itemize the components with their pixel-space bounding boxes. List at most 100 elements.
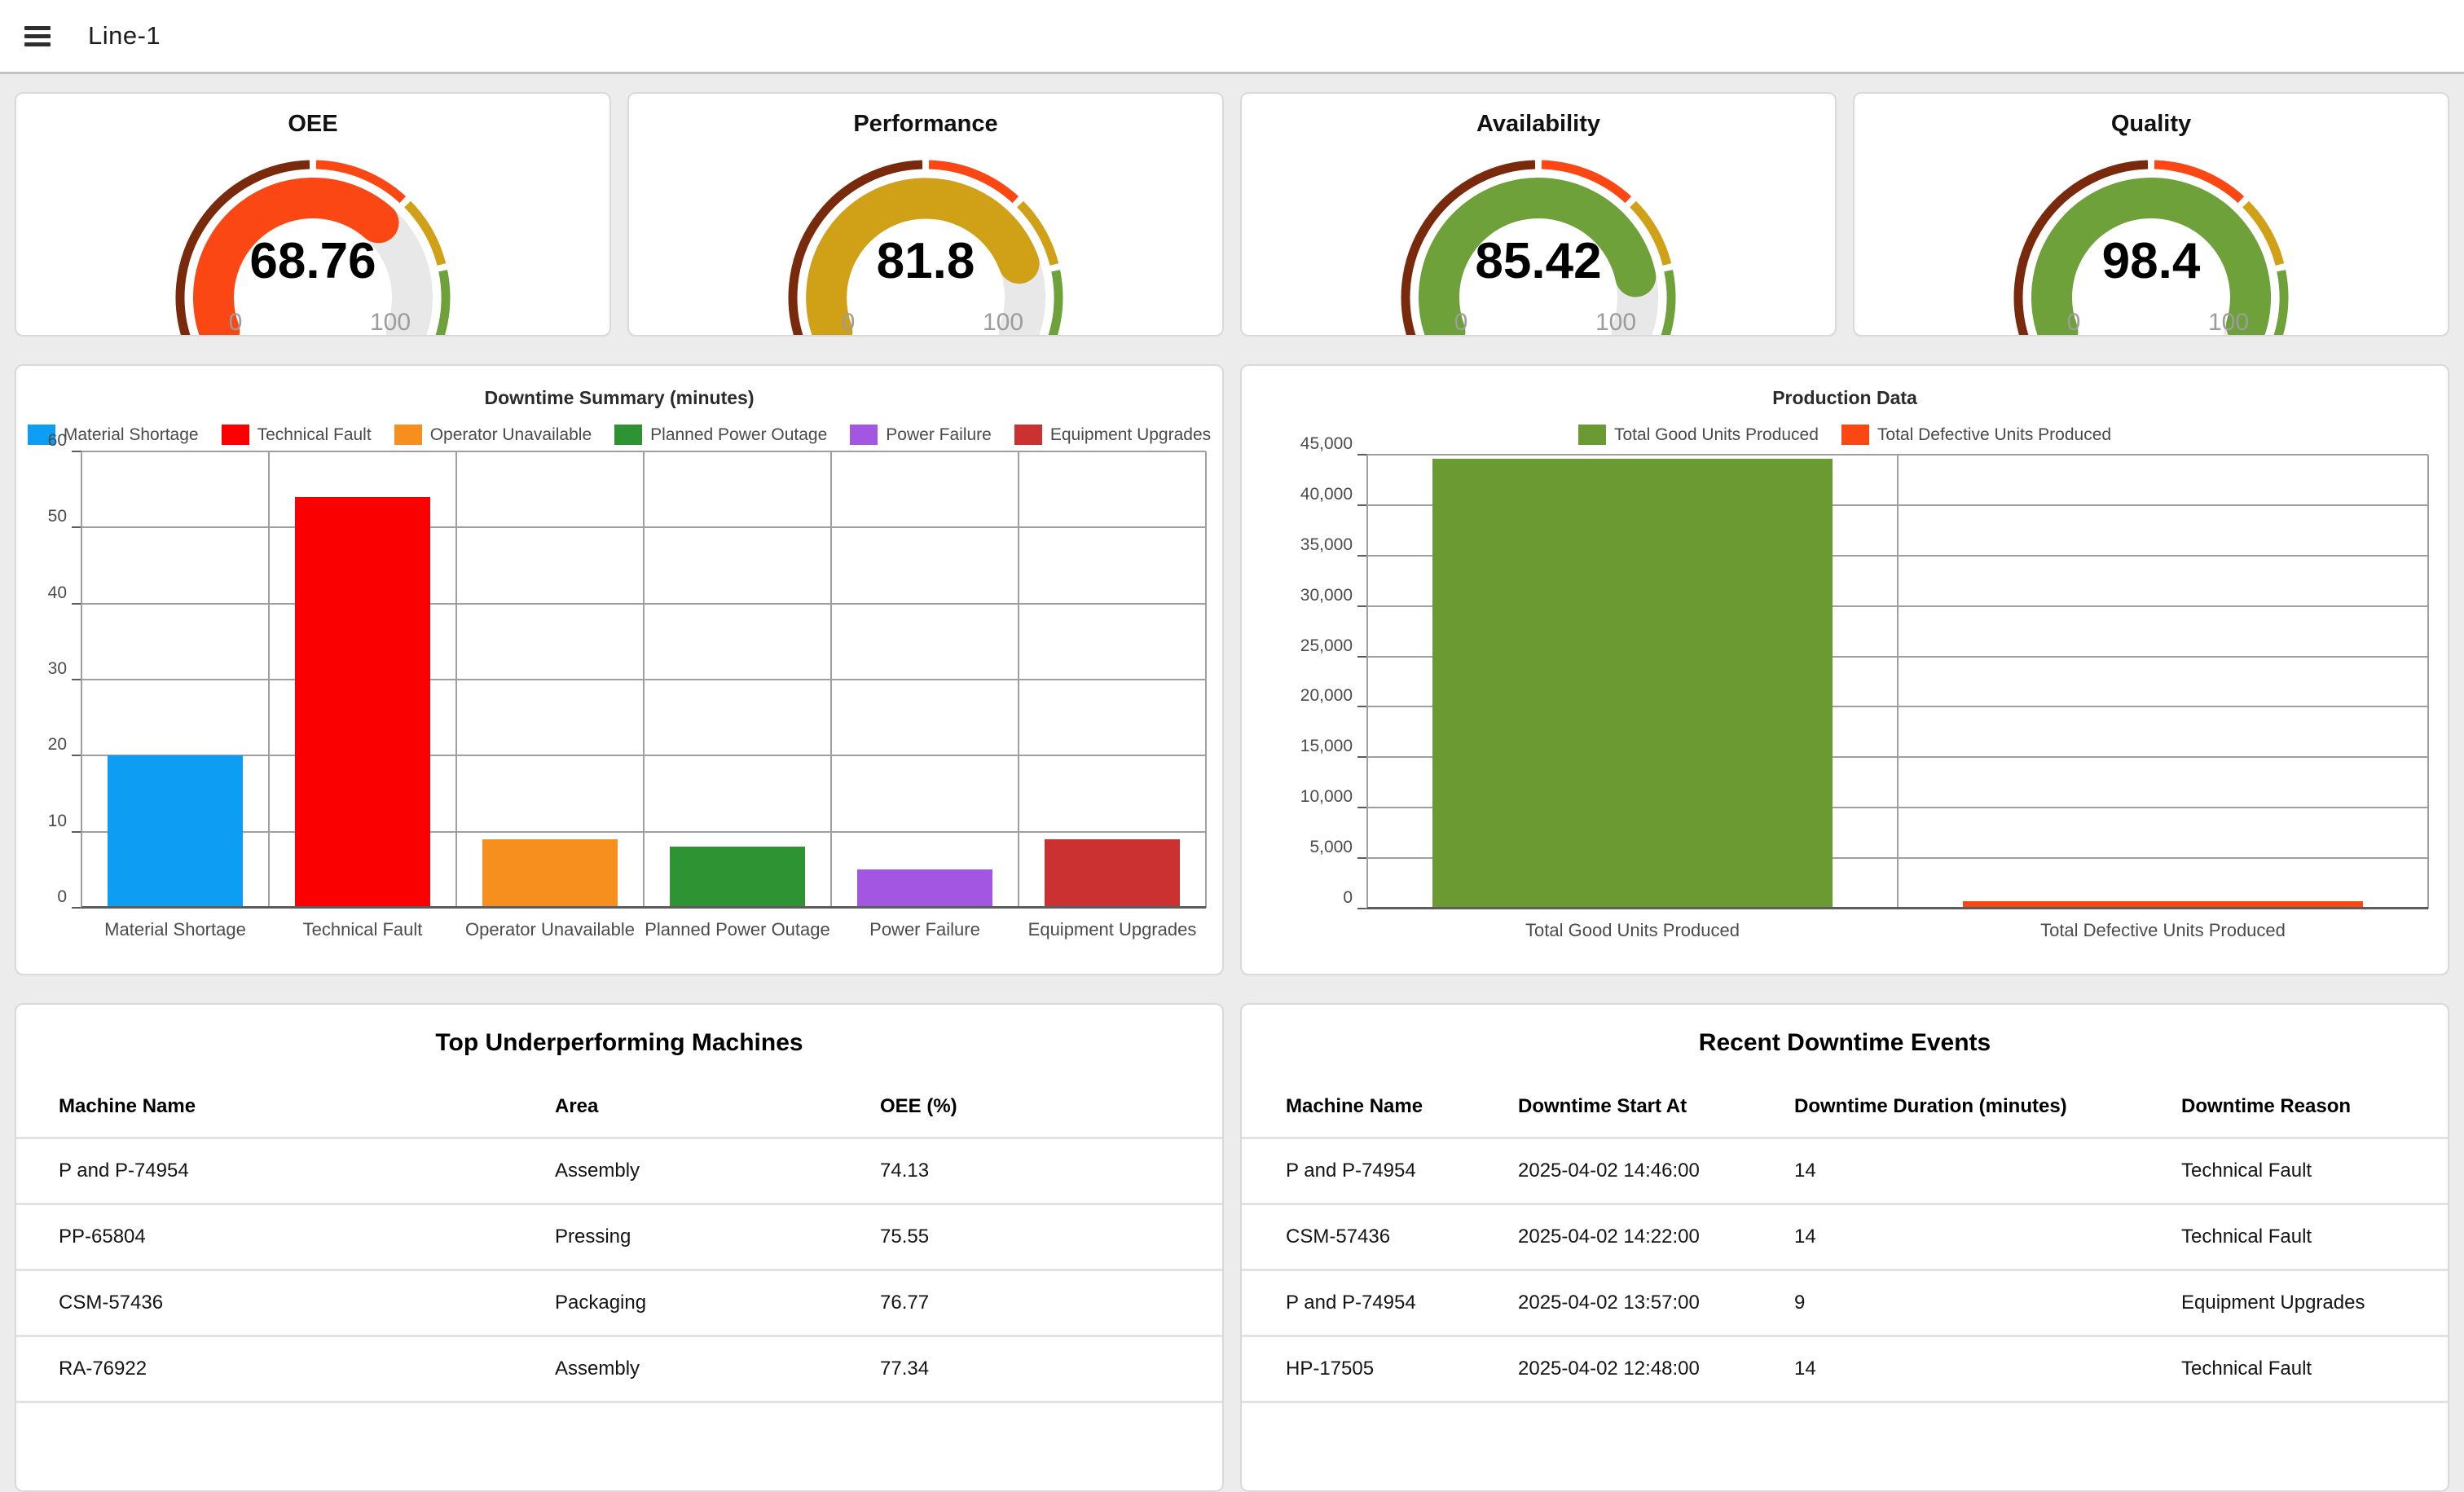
table-cell: 2025-04-02 12:48:00 [1518,1358,1794,1380]
bar[interactable] [108,755,243,908]
legend-label: Technical Fault [257,425,372,445]
table-row[interactable]: CSM-57436Packaging76.77 [16,1271,1222,1337]
chart-legend: Total Good Units Produced Total Defective… [1242,425,2448,445]
gauge-value: 81.8 [877,233,975,289]
bar[interactable] [1045,839,1180,908]
table-row[interactable]: RA-76922Assembly77.34 [16,1337,1222,1403]
bar[interactable] [857,869,992,908]
legend-label: Material Shortage [64,425,199,445]
legend-swatch [614,425,642,445]
recent-downtime-events-card: Recent Downtime Events Machine NameDownti… [1240,1003,2449,1492]
table-row: Top Underperforming MachinesMachine Name… [15,1003,2449,1492]
table-cell: 14 [1794,1226,2181,1248]
table-cell: 77.34 [880,1358,1222,1380]
y-axis-label: 40 [48,583,81,603]
gauge-max-label: 100 [2208,309,2249,336]
table-cell: P and P-74954 [1286,1292,1518,1314]
legend-item[interactable]: Operator Unavailable [394,425,592,445]
legend-item[interactable]: Total Good Units Produced [1578,425,1819,445]
y-axis-label: 20,000 [1300,686,1367,706]
y-axis-label: 35,000 [1300,535,1367,555]
table: Machine NameDowntime Start AtDowntime Du… [1242,1076,2448,1403]
quality-gauge: 98.40100 [1972,141,2330,337]
table-title: Recent Downtime Events [1242,1026,2448,1060]
downtime-summary-chart-card: Downtime Summary (minutes) Material Short… [15,364,1224,975]
dashboard-content: OEE 68.760100 Performance 81.80100 Avail… [0,74,2464,1492]
bar[interactable] [670,847,805,908]
x-axis-label: Power Failure [831,919,1019,940]
x-gridline [268,451,270,908]
chart-title: Downtime Summary (minutes) [16,387,1222,409]
y-axis-label: 20 [48,735,81,755]
oee-gauge: 68.760100 [134,141,492,337]
gauge-min-label: 0 [842,309,856,336]
gauge-value: 85.42 [1475,233,1601,289]
table-header-cell: Machine Name [59,1095,555,1118]
x-gridline [1897,455,1899,909]
gauge-title: Availability [1242,107,1835,141]
legend-item[interactable]: Planned Power Outage [614,425,827,445]
gauge-max-label: 100 [1595,309,1636,336]
table-row[interactable]: PP-65804Pressing75.55 [16,1205,1222,1271]
y-axis-label: 15,000 [1300,737,1367,756]
x-axis-label: Total Defective Units Produced [1898,920,2428,941]
legend-item[interactable]: Technical Fault [222,425,372,445]
legend-label: Operator Unavailable [430,425,592,445]
table-cell: CSM-57436 [1286,1226,1518,1248]
hamburger-menu-icon[interactable] [24,22,51,51]
availability-gauge: 85.42 0 100 [1359,141,1718,337]
table-row[interactable]: P and P-749542025-04-02 14:46:0014Techni… [1242,1139,2448,1205]
table-header-row: Machine NameAreaOEE (%) [16,1076,1222,1139]
legend-swatch [1841,425,1869,445]
legend-item[interactable]: Total Defective Units Produced [1841,425,2111,445]
plot-area: 0102030405060Material ShortageTechnical … [81,451,1206,908]
table-cell: 75.55 [880,1226,1222,1248]
page-title: Line-1 [88,21,161,51]
gauge-card-performance: Performance 81.80100 [627,92,1224,337]
y-axis-label: 5,000 [1309,838,1367,857]
table-cell: PP-65804 [59,1226,555,1248]
gauge-min-label: 0 [1454,309,1468,336]
legend-label: Total Defective Units Produced [1877,425,2111,445]
table-cell: Pressing [555,1226,880,1248]
gauge-band-arc [2276,271,2284,337]
table-header-cell: Area [555,1095,880,1118]
table-header-row: Machine NameDowntime Start AtDowntime Du… [1242,1076,2448,1139]
legend-item[interactable]: Power Failure [850,425,992,445]
production-data-chart-card: Production DataTotal Good Units Produced… [1240,364,2449,975]
table-row[interactable]: P and P-749542025-04-02 13:57:009Equipme… [1242,1271,2448,1337]
y-axis-label: 50 [48,507,81,526]
x-axis-line [81,906,1206,909]
y-axis-label: 30,000 [1300,586,1367,605]
table-cell: 2025-04-02 14:22:00 [1518,1226,1794,1248]
y-axis-label: 45,000 [1300,434,1367,454]
table-row[interactable]: P and P-74954Assembly74.13 [16,1139,1222,1205]
y-axis-label: 25,000 [1300,636,1367,656]
table-row[interactable]: HP-175052025-04-02 12:48:0014Technical F… [1242,1337,2448,1403]
performance-gauge: 81.80100 [746,141,1105,337]
dashboard-page: Line-1 OEE 68.760100 Performance 81.8010… [0,0,2464,1492]
bar[interactable] [295,497,430,908]
gauge-max-label: 100 [370,309,411,336]
chart-legend: Material Shortage Technical Fault Operator… [16,425,1222,445]
legend-swatch [222,425,249,445]
legend-item[interactable]: Equipment Upgrades [1014,425,1211,445]
y-axis-label: 0 [57,887,81,907]
y-axis-label: 60 [48,431,81,451]
gauge-title: Performance [629,107,1222,141]
table-cell: 9 [1794,1292,2181,1314]
x-axis-label: Technical Fault [269,919,456,940]
table-header-cell: Machine Name [1286,1095,1518,1118]
legend-swatch [850,425,878,445]
chart-row: Downtime Summary (minutes) Material Short… [15,364,2449,975]
bar[interactable] [482,839,618,908]
legend-label: Power Failure [886,425,992,445]
y-axis-label: 30 [48,659,81,679]
table-row[interactable]: CSM-574362025-04-02 14:22:0014Technical … [1242,1205,2448,1271]
x-gridline [1018,451,1019,908]
legend-label: Planned Power Outage [650,425,827,445]
table-cell: P and P-74954 [59,1160,555,1182]
bar[interactable] [1432,459,1833,909]
legend-swatch [394,425,422,445]
x-axis-label: Material Shortage [81,919,269,940]
